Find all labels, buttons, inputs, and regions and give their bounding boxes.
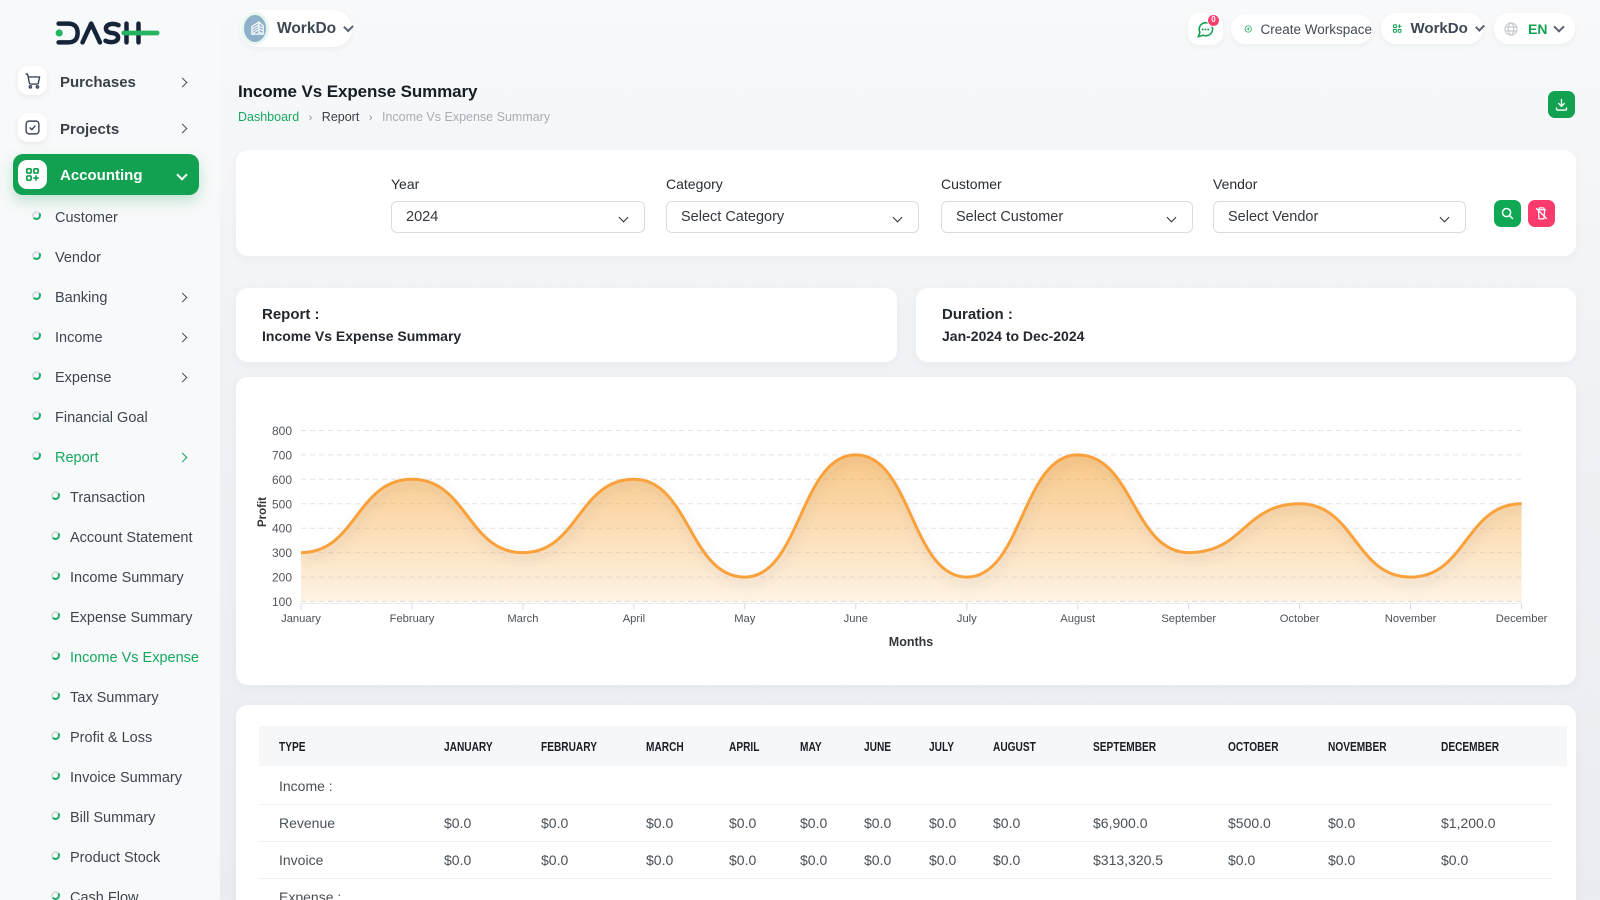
svg-text:October: October (1280, 613, 1320, 625)
svg-text:December: December (1496, 613, 1548, 625)
svg-text:May: May (734, 613, 756, 625)
svg-text:300: 300 (272, 546, 292, 560)
svg-text:Profit: Profit (257, 497, 269, 527)
svg-text:400: 400 (272, 522, 292, 536)
svg-text:700: 700 (272, 448, 292, 462)
svg-text:August: August (1060, 613, 1096, 625)
svg-text:800: 800 (272, 424, 292, 438)
svg-text:July: July (957, 613, 977, 625)
svg-text:100: 100 (272, 595, 292, 609)
svg-text:600: 600 (272, 473, 292, 487)
svg-text:March: March (507, 613, 538, 625)
svg-text:Months: Months (889, 635, 933, 649)
svg-text:April: April (623, 613, 645, 625)
svg-text:September: September (1161, 613, 1216, 625)
svg-text:November: November (1385, 613, 1437, 625)
svg-text:June: June (844, 613, 868, 625)
svg-text:500: 500 (272, 497, 292, 511)
svg-text:January: January (281, 613, 321, 625)
svg-text:February: February (390, 613, 435, 625)
svg-text:200: 200 (272, 571, 292, 585)
